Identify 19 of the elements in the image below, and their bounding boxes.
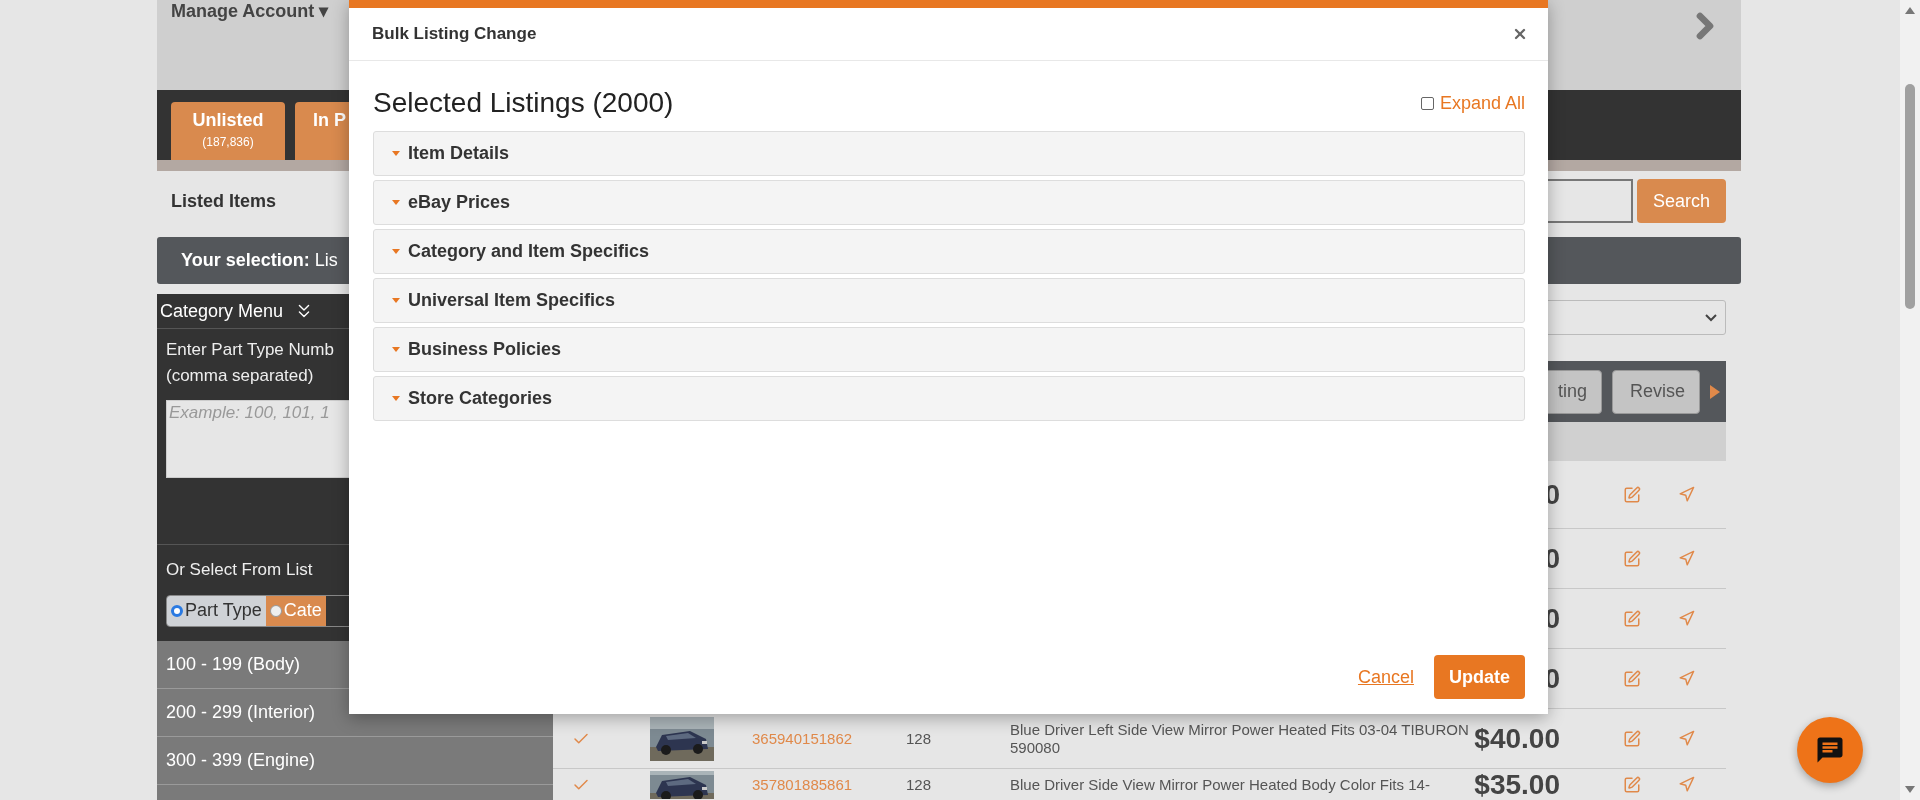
listing-title: Blue Driver Left Side View Mirror Power Heated Fits 03-04 TIBURON 590080 — [1010, 720, 1470, 757]
tab-count: (187,836) — [202, 135, 254, 149]
tab-label: Unlisted — [192, 110, 264, 131]
section-label: Universal Item Specifics — [408, 290, 616, 311]
field-label: Enter Part Type Numb (comma separated) — [166, 339, 335, 387]
section-label: Item Details — [408, 143, 510, 164]
quantity: 128 — [906, 729, 932, 748]
dialog-title: Bulk Listing Change — [372, 24, 537, 44]
field-label: Or Select From List — [166, 559, 314, 581]
listing-title: Blue Driver Side View Mirror Power Heated Body Color Fits 14- — [1010, 775, 1430, 794]
dialog-heading: Selected Listings (2000) — [373, 87, 674, 119]
price: $35.00 — [1474, 769, 1560, 800]
section-title: Listed Items — [171, 190, 277, 212]
section-label: Business Policies — [408, 339, 562, 360]
quantity: 128 — [906, 775, 932, 794]
tab-label: In P — [313, 110, 346, 131]
section-label: eBay Prices — [408, 192, 511, 213]
price: $40.00 — [1474, 723, 1560, 754]
section-label: Category and Item Specifics — [408, 241, 650, 262]
